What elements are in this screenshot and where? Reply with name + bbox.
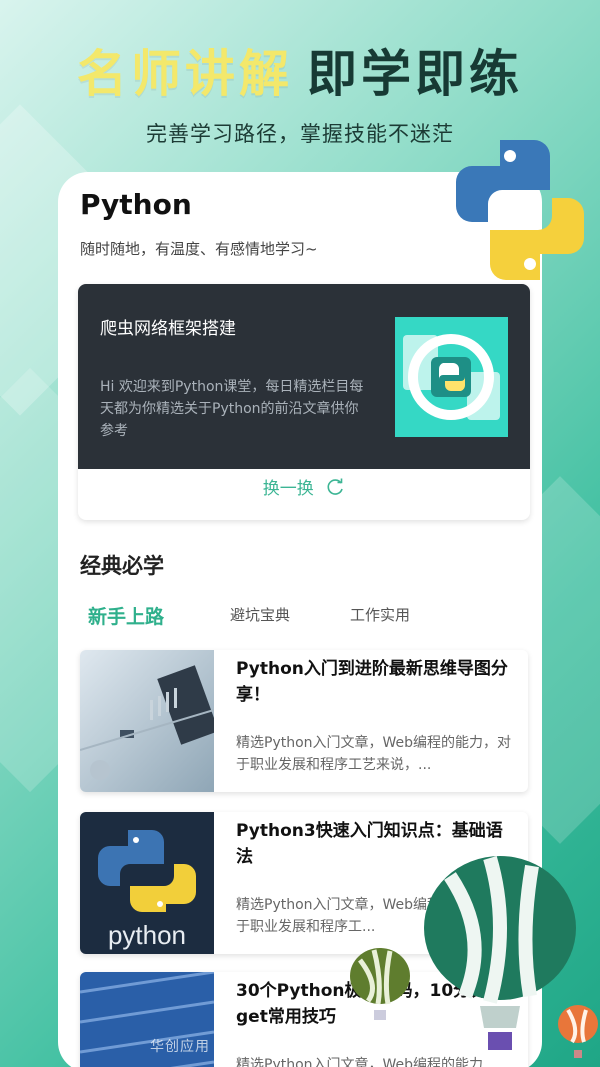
category-tabs: 新手上路 避坑宝典 工作实用 bbox=[88, 604, 518, 634]
article-summary: 精选Python入门文章，Web编程的能力，对于职业发展和程序工艺来说，... bbox=[236, 735, 512, 773]
article-thumbnail: python bbox=[80, 812, 214, 954]
article-thumbnail bbox=[80, 650, 219, 792]
small-balloon-icon bbox=[348, 946, 412, 1030]
featured-article-card[interactable]: 爬虫网络框架搭建 Hi 欢迎来到Python课堂，每日精选栏目每天都为你精选关于… bbox=[78, 284, 530, 520]
refresh-button[interactable]: 换一换 bbox=[78, 474, 530, 502]
refresh-icon bbox=[325, 477, 345, 502]
refresh-label: 换一换 bbox=[262, 479, 314, 499]
featured-thumbnail bbox=[395, 317, 508, 437]
page-title: Python bbox=[80, 188, 192, 221]
featured-text: Hi 欢迎来到Python课堂，每日精选栏目每天都为你精选关于Python的前沿… bbox=[100, 379, 364, 439]
tab-beginner[interactable]: 新手上路 bbox=[88, 602, 164, 629]
article-title: Python入门到进阶最新思维导图分享！ bbox=[236, 659, 508, 705]
section-title: 经典必学 bbox=[80, 554, 164, 578]
featured-banner[interactable]: 爬虫网络框架搭建 Hi 欢迎来到Python课堂，每日精选栏目每天都为你精选关于… bbox=[78, 284, 530, 469]
python-wordmark: python bbox=[108, 920, 186, 950]
page-description: 随时随地，有温度、有感情地学习~ bbox=[80, 240, 318, 258]
tiny-balloon-icon bbox=[556, 1004, 600, 1066]
python-logo bbox=[440, 130, 600, 290]
article-item[interactable]: Python入门到进阶最新思维导图分享！ 精选Python入门文章，Web编程的… bbox=[80, 650, 528, 792]
hero-title-left: 名师讲解 bbox=[77, 45, 293, 103]
tab-practical[interactable]: 工作实用 bbox=[350, 604, 410, 625]
hero-title-right: 即学即练 bbox=[307, 45, 523, 103]
hero-title: 名师讲解 即学即练 bbox=[0, 34, 600, 106]
tab-pitfalls[interactable]: 避坑宝典 bbox=[230, 604, 290, 625]
watermark: 华创应用 • HUACHUANGZS.COM bbox=[150, 1039, 393, 1055]
featured-title: 爬虫网络框架搭建 bbox=[100, 319, 236, 339]
